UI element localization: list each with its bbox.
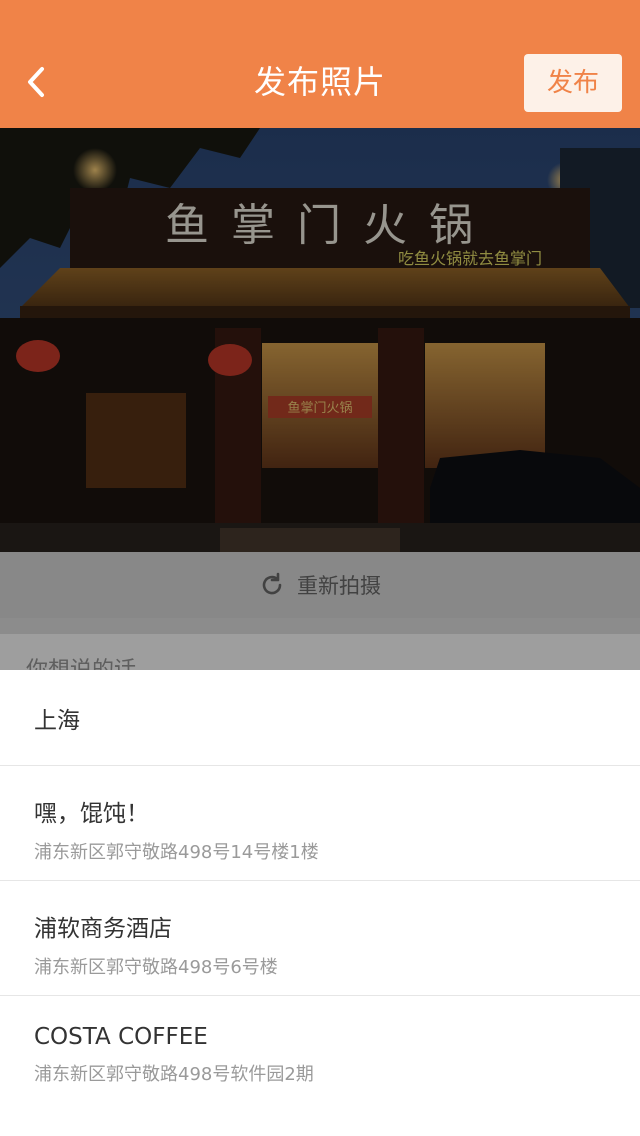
publish-button[interactable]: 发布 <box>524 54 622 112</box>
location-item[interactable]: 上海 <box>0 670 640 766</box>
location-name: 上海 <box>34 707 80 734</box>
location-address: 浦东新区郭守敬路498号软件园2期 <box>34 1064 314 1085</box>
location-item[interactable]: 浦软商务酒店 浦东新区郭守敬路498号6号楼 <box>0 881 640 996</box>
location-name: 嘿，馄饨！ <box>34 801 149 827</box>
location-item[interactable]: COSTA COFFEE 浦东新区郭守敬路498号软件园2期 <box>0 996 640 1111</box>
location-address: 浦东新区郭守敬路498号14号楼1楼 <box>34 842 319 863</box>
location-name: 浦软商务酒店 <box>34 916 172 942</box>
screen: 发布照片 发布 鱼掌门火锅 吃鱼火锅就去鱼掌门 鱼掌门火锅 重新拍摄 上海 嘿，… <box>0 0 640 1136</box>
modal-overlay[interactable] <box>0 128 640 670</box>
header-bar: 发布照片 发布 <box>0 0 640 128</box>
location-list: 上海 嘿，馄饨！ 浦东新区郭守敬路498号14号楼1楼 浦软商务酒店 浦东新区郭… <box>0 670 640 1136</box>
location-name: COSTA COFFEE <box>34 1024 208 1050</box>
location-item[interactable]: 嘿，馄饨！ 浦东新区郭守敬路498号14号楼1楼 <box>0 766 640 881</box>
location-address: 浦东新区郭守敬路498号6号楼 <box>34 957 278 978</box>
